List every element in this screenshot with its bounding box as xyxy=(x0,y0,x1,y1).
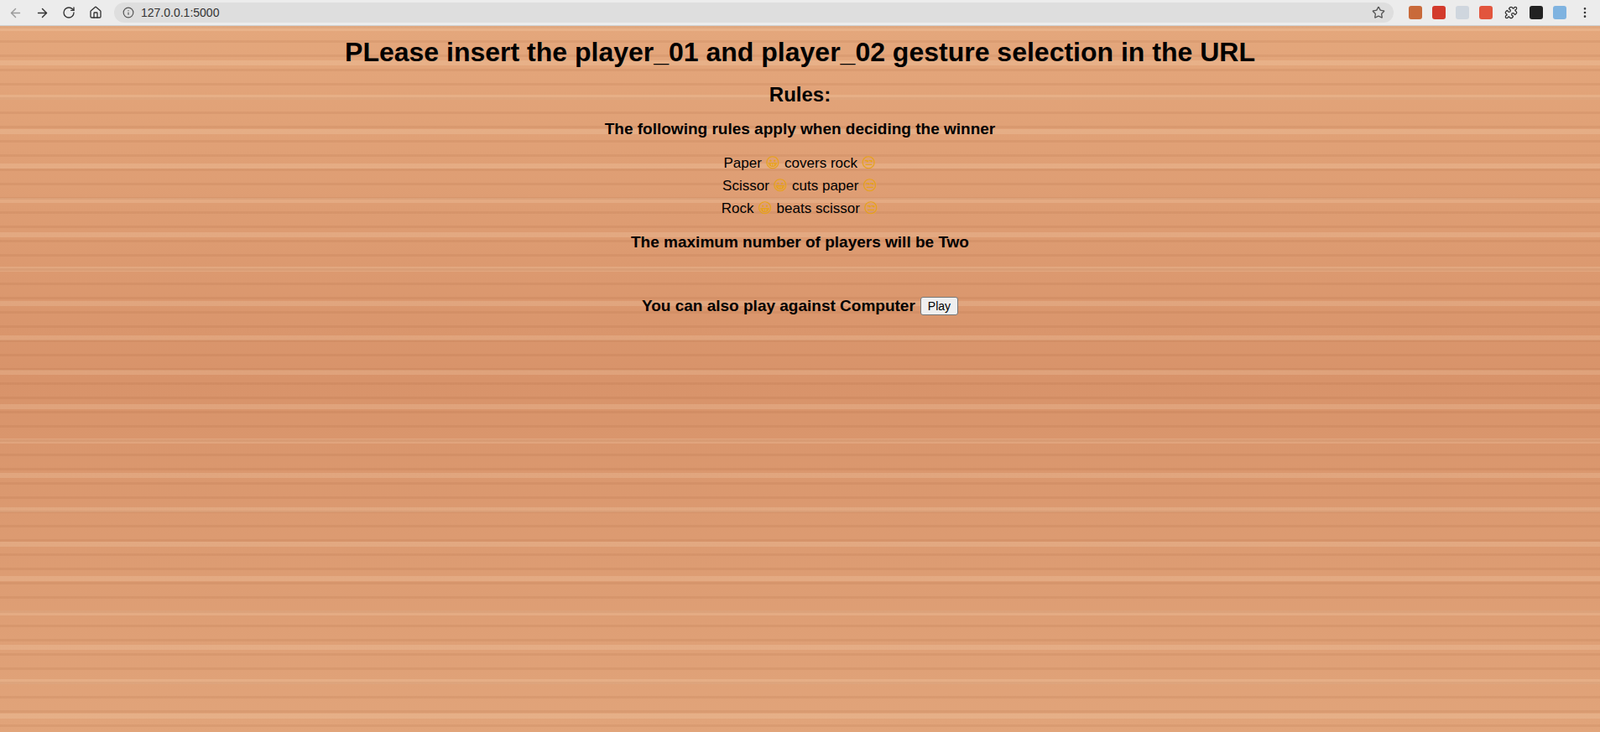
home-button[interactable] xyxy=(87,4,105,21)
winner-face: 😀 xyxy=(773,177,789,194)
page-heading: PLease insert the player_01 and player_0… xyxy=(344,36,1256,68)
rule-line: Rock 😀 beats scissor 😒 xyxy=(721,198,880,219)
extension-icon[interactable] xyxy=(1432,5,1446,20)
browser-toolbar: 127.0.0.1:5000 xyxy=(0,0,1600,27)
rule-line: Paper 😀 covers rock 😒 xyxy=(724,153,877,173)
arrow-right-icon xyxy=(35,5,50,21)
rules-intro: The following rules apply when deciding … xyxy=(604,119,996,139)
winner-face: 😀 xyxy=(766,154,782,172)
star-icon[interactable] xyxy=(1371,5,1386,20)
loser-face: 😒 xyxy=(861,154,877,172)
rule-list: Paper 😀 covers rock 😒 Scissor 😀 cuts pape… xyxy=(721,153,880,219)
max-players: The maximum number of players will be Tw… xyxy=(630,233,970,252)
loser-face: 😒 xyxy=(864,199,880,217)
game-page: PLease insert the player_01 and player_0… xyxy=(0,26,1600,732)
url-text: 127.0.0.1:5000 xyxy=(140,5,1366,20)
extension-icon[interactable] xyxy=(1479,5,1493,20)
extension-icon[interactable] xyxy=(1408,5,1423,20)
home-icon xyxy=(88,5,103,20)
extension-icon[interactable] xyxy=(1553,5,1567,20)
winner-face: 😀 xyxy=(757,199,773,217)
back-button[interactable] xyxy=(6,4,24,21)
menu-button[interactable] xyxy=(1576,4,1594,21)
puzzle-icon xyxy=(1504,5,1518,20)
arrow-left-icon xyxy=(8,5,23,21)
extension-icon[interactable] xyxy=(1529,5,1543,20)
extension-icon[interactable] xyxy=(1455,5,1470,20)
forward-button[interactable] xyxy=(33,4,51,21)
menu-icon xyxy=(1578,5,1592,20)
browser-window: 127.0.0.1:5000 PLease insert the player_0… xyxy=(0,0,1600,732)
reload-button[interactable] xyxy=(60,4,78,21)
rules-title: Rules: xyxy=(769,83,831,107)
rule-line: Scissor 😀 cuts paper 😒 xyxy=(722,176,878,196)
loser-face: 😒 xyxy=(862,177,878,194)
computer-prompt: You can also play against Computer xyxy=(641,297,916,316)
reload-icon xyxy=(62,5,76,20)
computer-row: You can also play against ComputerPlay xyxy=(641,297,959,316)
address-bar[interactable]: 127.0.0.1:5000 xyxy=(114,2,1394,23)
info-icon xyxy=(122,6,135,19)
extensions-button[interactable] xyxy=(1502,4,1520,21)
play-button[interactable]: Play xyxy=(920,297,959,316)
